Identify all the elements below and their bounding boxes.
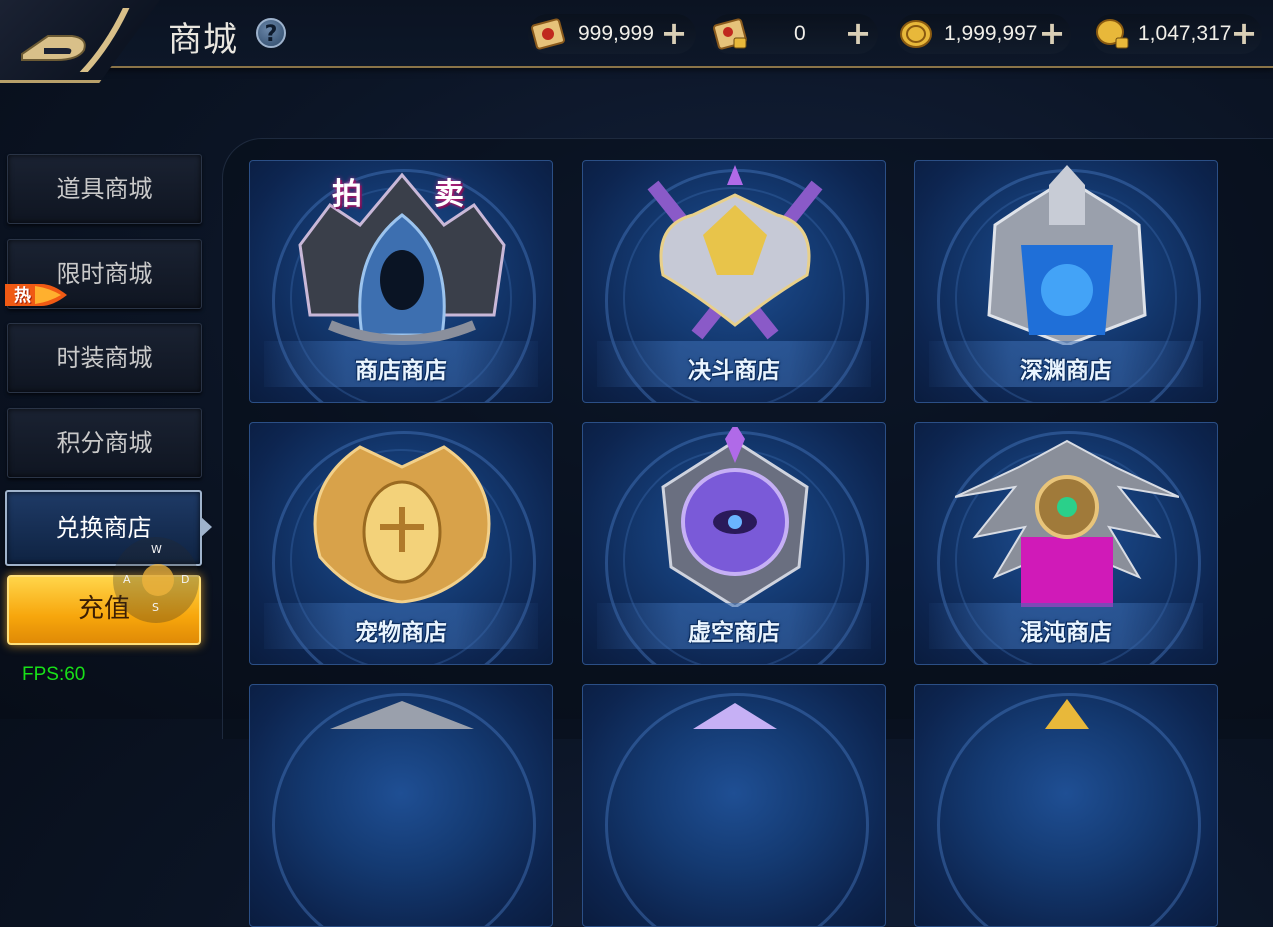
hot-badge-label: 热 <box>14 286 31 306</box>
fps-counter: FPS:60 <box>22 664 86 685</box>
back-button[interactable] <box>0 0 160 83</box>
currency-locked-gold: 1,047,317 + <box>1092 14 1262 54</box>
auction-tag-left: 拍 <box>332 177 362 212</box>
hot-badge: 热 <box>5 280 67 310</box>
page-title: 商城 <box>168 20 238 60</box>
shop-card-label: 虚空商店 <box>688 620 780 646</box>
shop-card-abyss[interactable]: 深渊商店 <box>914 160 1218 403</box>
currency-value: 1,999,997 <box>944 22 1038 45</box>
scroll-icon <box>531 18 565 50</box>
currency-value: 1,047,317 <box>1138 22 1232 45</box>
gold-coin-icon <box>900 20 932 48</box>
joystick-knob[interactable] <box>142 564 174 596</box>
currency-scroll: 999,999 + <box>528 14 696 54</box>
sidebar-item-item-mall[interactable]: 道具商城 <box>7 154 202 224</box>
currency-value: 999,999 <box>578 22 654 45</box>
shop-card-chaos[interactable]: 混沌商店 <box>914 422 1218 665</box>
virtual-joystick[interactable]: W A D S <box>113 537 199 623</box>
joystick-key-up: W <box>151 543 162 556</box>
back-arrow-icon <box>21 8 131 72</box>
shop-card-label: 商店商店 <box>355 358 447 384</box>
shop-card-label: 决斗商店 <box>688 358 780 384</box>
add-locked-scroll-button[interactable]: + <box>844 17 872 49</box>
add-locked-gold-button[interactable]: + <box>1230 17 1258 49</box>
void-eye-icon <box>661 427 809 607</box>
currency-locked-scroll: 0 + <box>710 14 878 54</box>
shop-card-pet[interactable]: 宠物商店 <box>249 422 553 665</box>
sidebar-item-fashion-mall[interactable]: 时装商城 <box>7 323 202 393</box>
auction-tag-right: 卖 <box>434 177 464 212</box>
add-gold-button[interactable]: + <box>1038 17 1066 49</box>
shop-card-void[interactable]: 虚空商店 <box>582 422 886 665</box>
shop-card-label: 宠物商店 <box>355 620 447 646</box>
abyss-portal-icon <box>987 165 1147 345</box>
shop-card-label: 深渊商店 <box>1020 358 1112 384</box>
pet-egg-icon <box>313 445 491 604</box>
active-pointer <box>200 516 212 538</box>
chaos-orb-icon <box>955 439 1179 607</box>
shop-card-auction[interactable]: 拍 卖 商店商店 <box>249 160 553 403</box>
crossed-swords-icon <box>647 165 823 340</box>
shop-card-partial[interactable] <box>249 684 553 927</box>
joystick-key-down: S <box>152 601 159 614</box>
shop-card-partial[interactable] <box>914 684 1218 927</box>
currency-gold: 1,999,997 + <box>896 14 1071 54</box>
shop-card-label: 混沌商店 <box>1020 620 1112 646</box>
shop-card-duel[interactable]: 决斗商店 <box>582 160 886 403</box>
joystick-key-right: D <box>181 573 190 586</box>
add-scroll-button[interactable]: + <box>660 17 688 49</box>
locked-coin-icon <box>1096 19 1129 49</box>
currency-value: 0 <box>794 22 806 45</box>
help-icon[interactable]: ? <box>256 18 286 48</box>
joystick-key-left: A <box>123 573 131 586</box>
shop-card-partial[interactable] <box>582 684 886 927</box>
sidebar-item-points-mall[interactable]: 积分商城 <box>7 408 202 478</box>
shop-emblem-icon <box>1045 699 1089 729</box>
locked-scroll-icon <box>713 18 747 50</box>
shop-emblem-icon <box>330 701 474 729</box>
hooded-knight-icon <box>298 172 506 345</box>
top-bar: 商城 ? 999,999 + 0 + 1,999,997 + 1,047,317… <box>0 0 1273 83</box>
shop-emblem-icon <box>693 703 777 729</box>
